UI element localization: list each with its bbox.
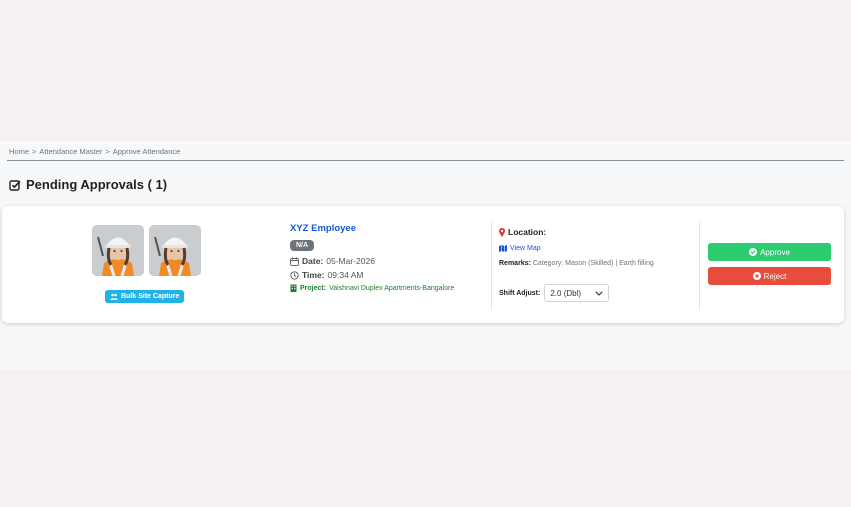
view-map-label: View Map	[510, 245, 541, 252]
breadcrumb-approve-attendance: Approve Attendance	[112, 147, 181, 156]
bulk-site-capture-label: Bulk Site Capture	[121, 293, 180, 300]
approve-button[interactable]: Approve	[708, 243, 831, 261]
chevron-down-icon	[595, 290, 603, 296]
map-icon	[499, 245, 507, 252]
breadcrumb: Home > Attendance Master > Approve Attendanc…	[9, 147, 180, 156]
bulk-site-capture-badge[interactable]: Bulk Site Capture	[105, 290, 185, 303]
clock-icon	[290, 270, 299, 280]
column-divider	[491, 222, 492, 310]
page-title-text: Pending Approvals ( 1)	[26, 177, 168, 192]
reject-button[interactable]: Reject	[708, 267, 831, 285]
approve-label: Approve	[760, 247, 790, 257]
project-value: Vaishnavi Duplex Apartments-Bangalore	[329, 284, 455, 292]
employee-name[interactable]: XYZ Employee	[290, 223, 454, 234]
shift-adjust-select[interactable]: 2.0 (Dbl)	[544, 284, 610, 302]
time-value: 09:34 AM	[327, 270, 364, 280]
building-icon	[290, 284, 297, 292]
employee-details: XYZ Employee N/A Date: 05-Mar-2026 Time:…	[290, 223, 454, 292]
view-map-link[interactable]: View Map	[499, 245, 654, 252]
users-icon	[110, 293, 118, 300]
date-label: Date:	[302, 256, 324, 266]
time-row: Time: 09:34 AM	[290, 270, 454, 280]
breadcrumb-divider	[7, 160, 844, 161]
capture-photo[interactable]	[149, 225, 201, 276]
photo-gallery	[92, 225, 201, 276]
approval-card: Bulk Site Capture XYZ Employee N/A Date:…	[2, 206, 844, 323]
main-content: Home > Attendance Master > Approve Attendanc…	[0, 141, 851, 370]
date-value: 05-Mar-2026	[326, 256, 375, 266]
breadcrumb-separator: >	[105, 147, 110, 156]
reject-label: Reject	[763, 271, 787, 281]
shift-adjust-row: Shift Adjust: 2.0 (Dbl)	[499, 284, 610, 302]
remarks-label: Remarks:	[499, 260, 531, 267]
location-label: Location:	[508, 227, 547, 237]
project-label: Project:	[300, 284, 327, 292]
map-marker-icon	[499, 227, 505, 237]
times-circle-icon	[752, 272, 761, 280]
remarks-row: Remarks: Category: Mason (Skilled) | Ear…	[499, 260, 654, 267]
calendar-icon	[290, 256, 299, 266]
breadcrumb-home[interactable]: Home	[9, 147, 29, 156]
breadcrumb-separator: >	[32, 147, 37, 156]
location-details: Location: View Map Remarks: Category: Ma…	[499, 227, 654, 267]
check-circle-icon	[749, 248, 758, 256]
column-divider	[699, 222, 700, 310]
shift-adjust-value: 2.0 (Dbl)	[550, 288, 582, 298]
project-row: Project: Vaishnavi Duplex Apartments-Ban…	[290, 284, 454, 292]
date-row: Date: 05-Mar-2026	[290, 256, 454, 266]
check-square-icon	[9, 179, 21, 191]
status-badge: N/A	[290, 240, 315, 251]
page-title: Pending Approvals ( 1)	[9, 177, 167, 192]
capture-photo[interactable]	[92, 225, 144, 276]
breadcrumb-attendance-master[interactable]: Attendance Master	[39, 147, 102, 156]
shift-adjust-label: Shift Adjust:	[499, 289, 541, 297]
remarks-value: Category: Mason (Skilled) | Earth fillin…	[532, 260, 654, 267]
time-label: Time:	[302, 270, 325, 280]
location-heading: Location:	[499, 227, 654, 237]
